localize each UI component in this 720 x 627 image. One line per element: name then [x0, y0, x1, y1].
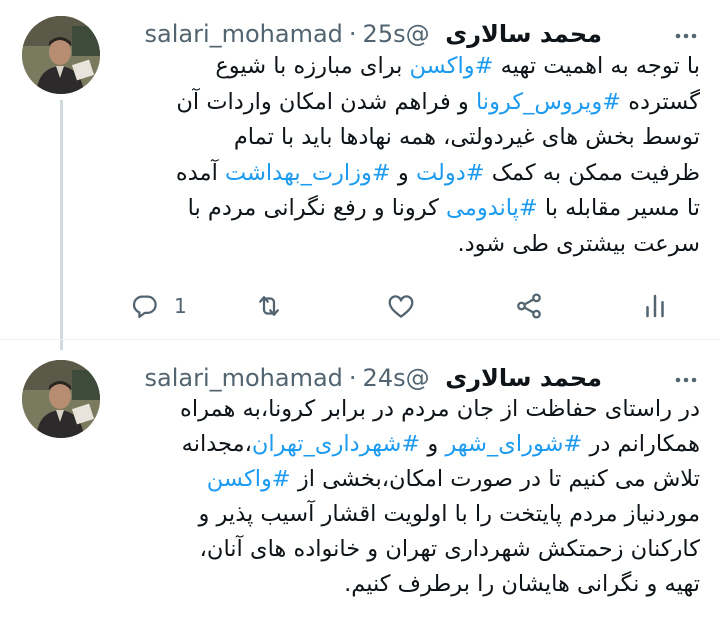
tweet-text-line: موردنیاز مردم پایتخت را با اولویت اقشار …	[135, 497, 701, 532]
tweet-header: محمد سالاری @salari_mohamad· 24s	[144, 362, 602, 394]
reply-icon	[132, 295, 157, 318]
avatar[interactable]	[22, 360, 100, 438]
text-segment: گسترده	[621, 88, 700, 115]
timestamp[interactable]: 25s	[363, 20, 406, 48]
more-icon[interactable]	[674, 370, 698, 390]
retweet-button[interactable]	[254, 284, 284, 328]
text-segment: ،مجدانه	[181, 431, 252, 457]
text-segment: توسط بخش های غیردولتی، همه نهادها باید ب…	[233, 124, 700, 150]
author-name[interactable]: محمد سالاری	[445, 364, 602, 392]
text-segment: آمده	[175, 159, 225, 186]
like-button[interactable]	[386, 284, 416, 328]
tweet-text-line: در راستای حفاظت از جان مردم در برابر کرو…	[135, 392, 700, 427]
tweet-text-line: گسترده #ویروس_کرونا و فراهم شدن امکان وا…	[135, 85, 700, 121]
text-segment: تا مسیر مقابله با	[537, 195, 700, 221]
analytics-button[interactable]	[640, 284, 670, 328]
text-segment: و فراهم شدن امکان واردات آن	[176, 88, 476, 115]
text-segment: و	[420, 431, 446, 457]
separator-dot: ·	[348, 20, 357, 48]
tweet[interactable]: محمد سالاری @salari_mohamad· 25s با توجه …	[0, 0, 720, 350]
tweet-text-line: تا مسیر مقابله با #پاندومی کرونا و رفع ن…	[135, 191, 700, 227]
share-icon	[517, 293, 541, 319]
more-icon[interactable]	[674, 26, 698, 46]
tweet-text-line: سرعت بیشتری طی شود.	[135, 227, 701, 263]
hashtag-link[interactable]: #وزارت_بهداشت	[225, 160, 391, 186]
text-segment: کرونا و رفع نگرانی مردم با	[187, 195, 447, 221]
tweet-text-line: کارکنان زحمتکش شهرداری تهران و خانواده ه…	[135, 532, 700, 567]
retweet-icon	[259, 296, 279, 316]
tweet-text-line: تهیه و نگرانی هایشان را برطرف کنیم.	[135, 567, 700, 602]
text-segment: ظرفیت ممکن به کمک	[484, 159, 700, 186]
hashtag-link[interactable]: #پاندومی	[446, 195, 538, 221]
like-icon	[388, 295, 414, 318]
text-segment: در راستای حفاظت از جان مردم در برابر کرو…	[180, 396, 700, 422]
analytics-icon	[646, 294, 664, 318]
share-button[interactable]	[514, 284, 544, 328]
text-segment: سرعت بیشتری طی شود.	[457, 230, 701, 257]
text-segment: و	[390, 159, 416, 186]
hashtag-link[interactable]: #واکسن	[207, 466, 291, 492]
text-segment: موردنیاز مردم پایتخت را با اولویت اقشار …	[198, 501, 701, 527]
tweet-text-line: ظرفیت ممکن به کمک #دولت و #وزارت_بهداشت …	[135, 156, 700, 192]
hashtag-link[interactable]: #شورای_شهر	[445, 431, 582, 457]
tweet-header: محمد سالاری @salari_mohamad· 25s	[144, 18, 602, 50]
author-name[interactable]: محمد سالاری	[445, 20, 602, 48]
tweet[interactable]: محمد سالاری @salari_mohamad· 24s در راستا…	[0, 340, 720, 627]
tweet-text: در راستای حفاظت از جان مردم در برابر کرو…	[135, 392, 700, 602]
tweet-actions: 1	[130, 284, 700, 328]
hashtag-link[interactable]: #شهرداری_تهران	[252, 431, 420, 457]
text-segment: همکارانم در	[582, 431, 700, 457]
text-segment: تهیه و نگرانی هایشان را برطرف کنیم.	[344, 571, 700, 597]
separator-dot: ·	[348, 364, 357, 392]
hashtag-link[interactable]: #دولت	[416, 160, 485, 186]
tweet-text-line: تلاش می کنیم تا در صورت امکان،بخشی از #و…	[135, 462, 700, 497]
reply-count: 1	[174, 294, 187, 318]
tweet-text: با توجه به اهمیت تهیه #واکسن برای مبارزه…	[135, 49, 700, 262]
reply-button[interactable]: 1	[130, 284, 187, 328]
text-segment: با توجه به اهمیت تهیه	[493, 53, 700, 79]
tweet-text-line: توسط بخش های غیردولتی، همه نهادها باید ب…	[135, 120, 700, 156]
tweet-text-line: همکارانم در #شورای_شهر و #شهرداری_تهران،…	[135, 427, 700, 462]
thread-connector	[60, 100, 63, 350]
text-segment: برای مبارزه با شیوع	[215, 53, 410, 79]
avatar[interactable]	[22, 16, 100, 94]
text-segment: کارکنان زحمتکش شهرداری تهران و خانواده ه…	[199, 536, 700, 562]
hashtag-link[interactable]: #واکسن	[410, 53, 494, 79]
hashtag-link[interactable]: #ویروس_کرونا	[476, 89, 621, 115]
text-segment: تلاش می کنیم تا در صورت امکان،بخشی از	[290, 466, 700, 492]
timestamp[interactable]: 24s	[363, 364, 406, 392]
tweet-text-line: با توجه به اهمیت تهیه #واکسن برای مبارزه…	[135, 49, 700, 85]
